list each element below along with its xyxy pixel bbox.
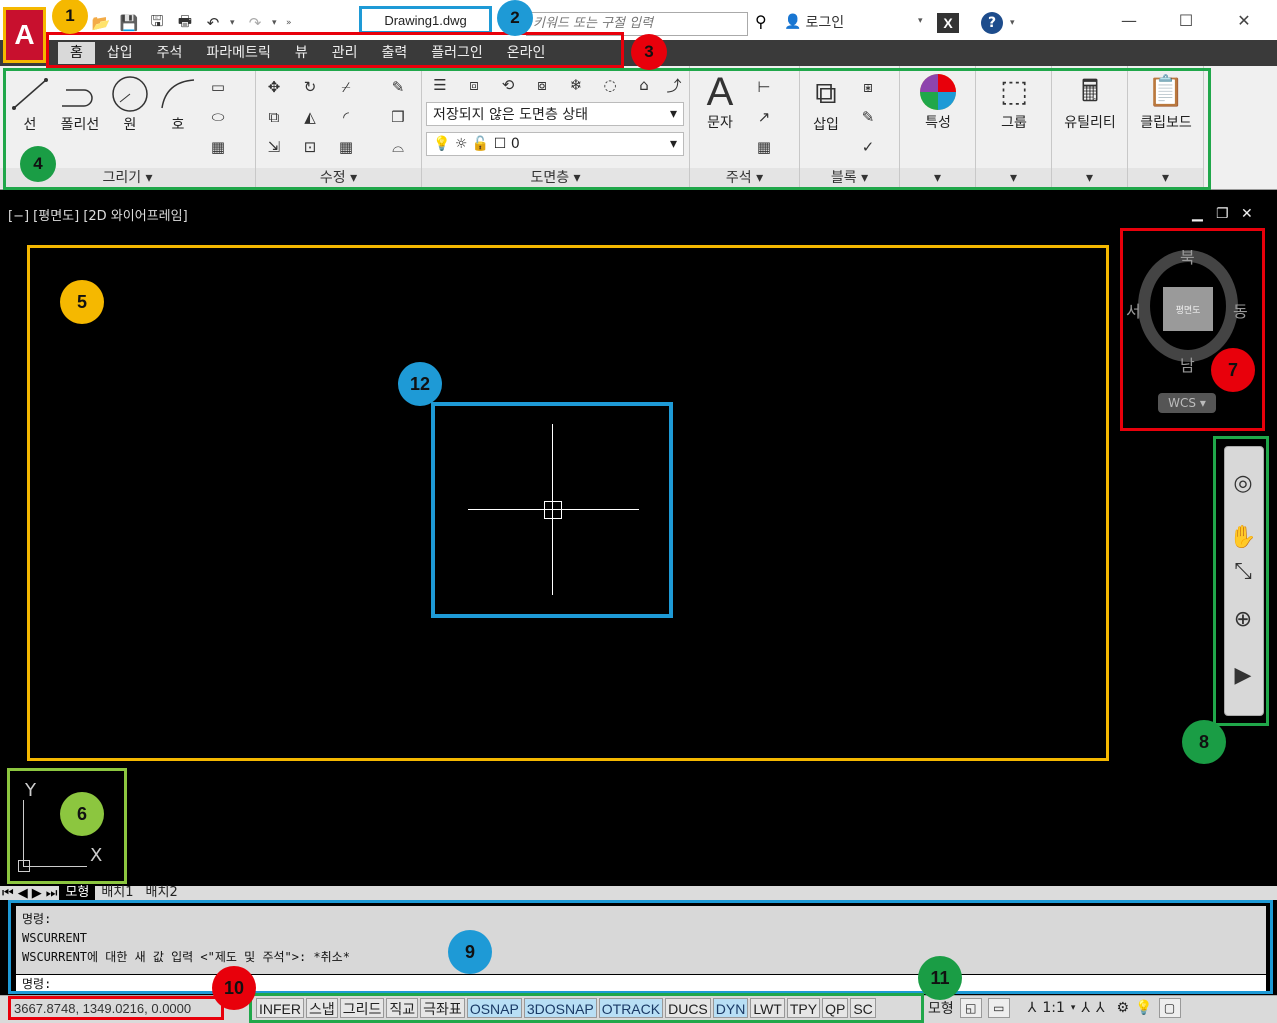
quick-view-icon[interactable]: ▭ [987,998,1010,1018]
callout-badge: 12 [398,362,442,406]
tab-annotate[interactable]: 주석 [145,42,195,64]
application-menu-button[interactable]: A [3,7,46,63]
tab-parametric[interactable]: 파라메트릭 [194,42,282,64]
callout-badge: 5 [60,280,104,324]
wcs-label: WCS [1168,396,1197,410]
save-as-icon[interactable]: 🖫 [146,12,168,33]
callout-badge: 3 [631,34,667,70]
login-dropdown-icon[interactable]: ▾ [918,16,923,26]
pan-hand-icon[interactable]: ✋ [1228,522,1258,552]
user-icon: 👤 [784,14,802,30]
viewport-close-icon[interactable]: ✕ [1241,206,1253,222]
viewcube-north[interactable]: 북 [1180,244,1195,268]
tab-output[interactable]: 출력 [369,42,419,64]
showmotion-icon[interactable]: ▶ [1228,660,1258,690]
viewcube-top-face[interactable]: 평면도 [1163,287,1213,331]
ribbon-highlight [3,68,1211,190]
ucs-x-axis [23,866,87,867]
save-icon[interactable]: 💾 [118,13,140,33]
layout-tabs: ⏮ ◀ ▶ ⏭ 모형 배치1 배치2 [0,886,1277,901]
status-tray: 모형 ◱ ▭ ⅄ 1:1 ▾ ⅄ ⅄ ⚙ 💡 ▢ [928,998,1181,1018]
callout-badge: 7 [1211,348,1255,392]
viewport-minimize-icon[interactable]: ▁ [1192,206,1203,222]
minimize-button[interactable]: — [1117,8,1141,32]
annotation-scale-icon[interactable]: ⅄ [1028,1000,1037,1016]
viewport-controls-label[interactable]: [−] [평면도] [2D 와이어프레임] [8,205,188,224]
viewcube-west[interactable]: 서 [1126,298,1141,322]
undo-dropdown-icon[interactable]: ▾ [230,18,238,28]
tab-view[interactable]: 뷰 [283,42,320,64]
tab-layout1[interactable]: 배치1 [95,886,139,900]
zoom-extents-icon[interactable]: ⤡ [1228,556,1258,586]
viewcube-east[interactable]: 동 [1233,298,1248,322]
exchange-apps-icon[interactable]: X [937,13,959,33]
tab-manage[interactable]: 관리 [320,42,370,64]
annotation-visibility-icon[interactable]: ⅄ [1081,1000,1090,1016]
redo-icon[interactable]: ↷ [244,13,266,33]
document-title: Drawing1.dwg [359,6,492,34]
viewport-restore-icon[interactable]: ❐ [1216,206,1229,222]
open-folder-icon[interactable]: 📂 [90,13,112,33]
tab-plugins[interactable]: 플러그인 [419,42,495,64]
autocad-window: 🗋 📂 💾 🖫 🖶 ↶ ▾ ↷ ▾ » Drawing1.dwg ⚲ 👤 로그인… [0,0,1277,1023]
auto-scale-icon[interactable]: ⅄ [1096,1000,1105,1016]
next-layout-icon[interactable]: ▶ [30,886,44,901]
prev-layout-icon[interactable]: ◀ [16,886,30,901]
tab-layout2[interactable]: 배치2 [140,886,184,900]
callout-badge: 4 [20,146,56,182]
undo-icon[interactable]: ↶ [202,13,224,33]
search-input[interactable] [533,16,741,31]
annotation-scale-value[interactable]: 1:1 [1042,1000,1065,1016]
chevron-down-icon[interactable]: ▾ [1071,1003,1076,1013]
command-line-highlight [8,900,1273,994]
first-layout-icon[interactable]: ⏮ [0,886,16,901]
help-icon[interactable]: ? [981,12,1003,34]
layout-view-icon[interactable]: ◱ [959,998,982,1018]
ribbon-tabs: 홈 삽입 주석 파라메트릭 뷰 관리 출력 플러그인 온라인 [58,42,557,64]
viewcube-south[interactable]: 남 [1180,352,1195,376]
steering-wheel-icon[interactable]: ◎ [1228,468,1258,498]
crosshair-pickbox [544,501,562,519]
maximize-button[interactable]: ☐ [1174,8,1198,32]
clean-screen-icon[interactable]: ▢ [1158,998,1181,1018]
callout-badge: 6 [60,792,104,836]
login-label: 로그인 [805,15,845,31]
ucs-origin-box [18,860,30,872]
workspace-icon[interactable]: ⚙ [1117,1000,1130,1016]
callout-badge: 9 [448,930,492,974]
callout-badge: 10 [212,966,256,1010]
tab-online[interactable]: 온라인 [495,42,558,64]
login-button[interactable]: 👤 로그인 [784,12,844,32]
help-dropdown-icon[interactable]: ▾ [1010,18,1015,28]
model-space-button[interactable]: 모형 [928,998,954,1018]
redo-dropdown-icon[interactable]: ▾ [272,18,280,28]
last-layout-icon[interactable]: ⏭ [44,886,60,901]
print-icon[interactable]: 🖶 [174,12,196,33]
drafting-toggles-highlight [249,993,924,1023]
callout-badge: 8 [1182,720,1226,764]
orbit-icon[interactable]: ⊕ [1228,604,1258,634]
callout-badge: 2 [497,0,533,36]
tab-model[interactable]: 모형 [59,886,96,900]
lock-icon[interactable]: 💡 [1135,1000,1152,1016]
ucs-y-axis [23,800,24,866]
qat-overflow-icon[interactable]: » [286,18,294,28]
quick-access-toolbar: 🗋 📂 💾 🖫 🖶 ↶ ▾ ↷ ▾ » [62,12,294,34]
tab-home[interactable]: 홈 [58,42,95,64]
ucs-x-label: X [90,845,103,866]
coordinates-highlight [8,996,224,1020]
tab-insert[interactable]: 삽입 [95,42,145,64]
callout-badge: 11 [918,956,962,1000]
wcs-menu[interactable]: WCS ▾ [1158,393,1216,413]
ucs-y-label: Y [25,780,36,801]
binoculars-icon[interactable]: ⚲ [755,12,767,31]
close-button[interactable]: ✕ [1232,8,1256,32]
